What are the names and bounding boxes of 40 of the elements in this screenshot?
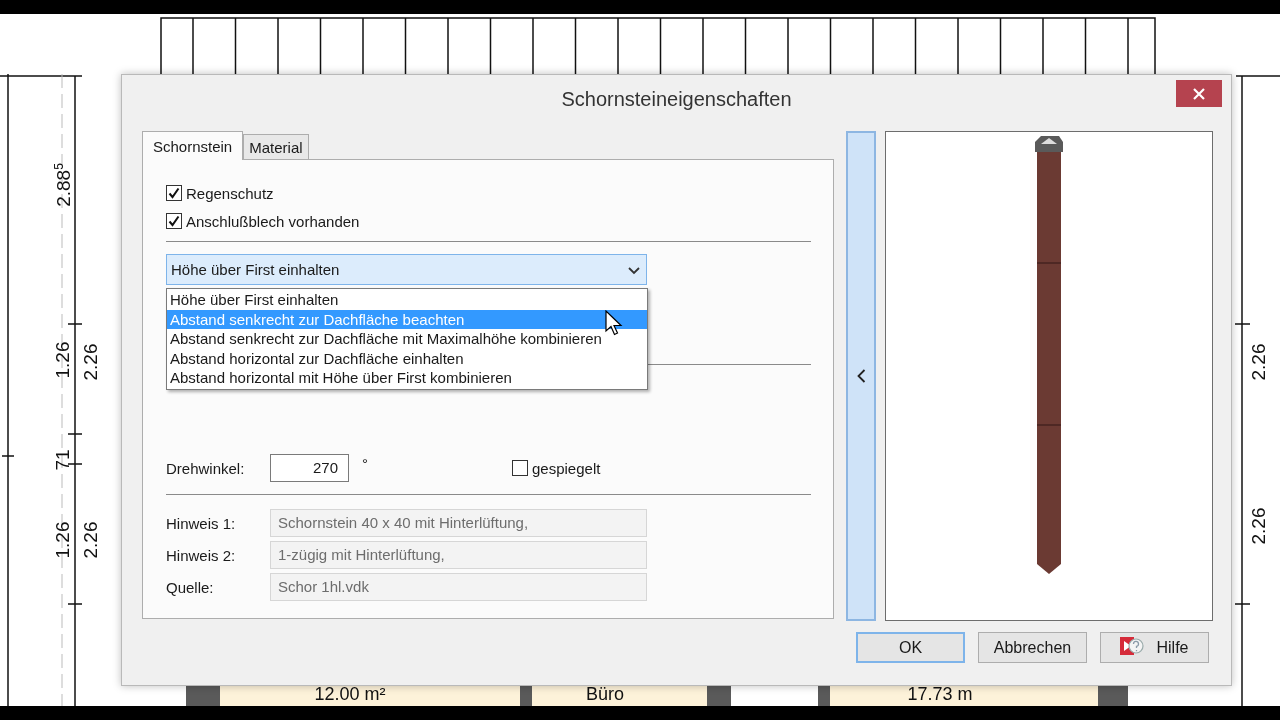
dropdown-option[interactable]: Höhe über First einhalten	[167, 290, 647, 310]
dimension-label: 2.26	[80, 521, 100, 559]
dialog-button[interactable]: Abbrechen	[978, 632, 1087, 663]
dialog-button[interactable]: OK	[856, 632, 965, 663]
dialog-button[interactable]: Hilfe	[1100, 632, 1209, 663]
dropdown-option[interactable]: Abstand horizontal zur Dachfläche einhalten	[167, 348, 647, 368]
room-label: 12.00 m²	[314, 685, 386, 703]
field-label: Drehwinkel:	[166, 459, 246, 477]
dimension-label: 2.26	[80, 343, 100, 381]
checkbox[interactable]	[512, 460, 528, 476]
checkbox-label[interactable]: Anschlußblech vorhanden	[186, 212, 360, 230]
dropdown-option[interactable]: Abstand horizontal mit Höhe über First kombinieren	[167, 368, 647, 388]
field-label: Quelle:	[166, 578, 215, 596]
field-label: Hinweis 1:	[166, 514, 237, 532]
checkbox[interactable]	[166, 185, 182, 201]
chevron-down-icon	[628, 267, 640, 275]
mouse-cursor-icon	[605, 310, 623, 336]
window-title: Schornsteineigenschaften	[561, 87, 792, 111]
dropdown-option[interactable]: Abstand senkrecht zur Dachfläche mit Maximalhöhe kombinieren	[167, 329, 647, 349]
close-icon	[1193, 87, 1205, 100]
checkbox-label[interactable]: Regenschutz	[186, 184, 274, 202]
dimension-label: 2.26	[1248, 343, 1268, 381]
checkbox-label[interactable]: gespiegelt	[532, 459, 601, 477]
dimension-label: 71	[52, 449, 72, 471]
dimension-label: 1.26	[52, 341, 72, 379]
room-label: 17.73 m	[907, 685, 973, 703]
close-button[interactable]	[1176, 80, 1222, 107]
dimension-label: 1.26	[52, 521, 72, 559]
dropdown[interactable]: Höhe über First einhalten	[166, 254, 647, 285]
help-icon	[1120, 635, 1145, 656]
unit-label: °	[362, 454, 368, 472]
chevron-left-icon	[856, 369, 866, 383]
dimension-label: 2.26	[1248, 507, 1268, 545]
dropdown-value: Höhe über First einhalten	[171, 261, 340, 278]
checkbox[interactable]	[166, 213, 182, 229]
room-label: Büro	[586, 685, 624, 703]
tab[interactable]: Material	[243, 134, 309, 159]
tab[interactable]: Schornstein	[142, 131, 244, 160]
angle-input[interactable]: 270	[270, 454, 349, 482]
field-label: Hinweis 2:	[166, 546, 237, 564]
